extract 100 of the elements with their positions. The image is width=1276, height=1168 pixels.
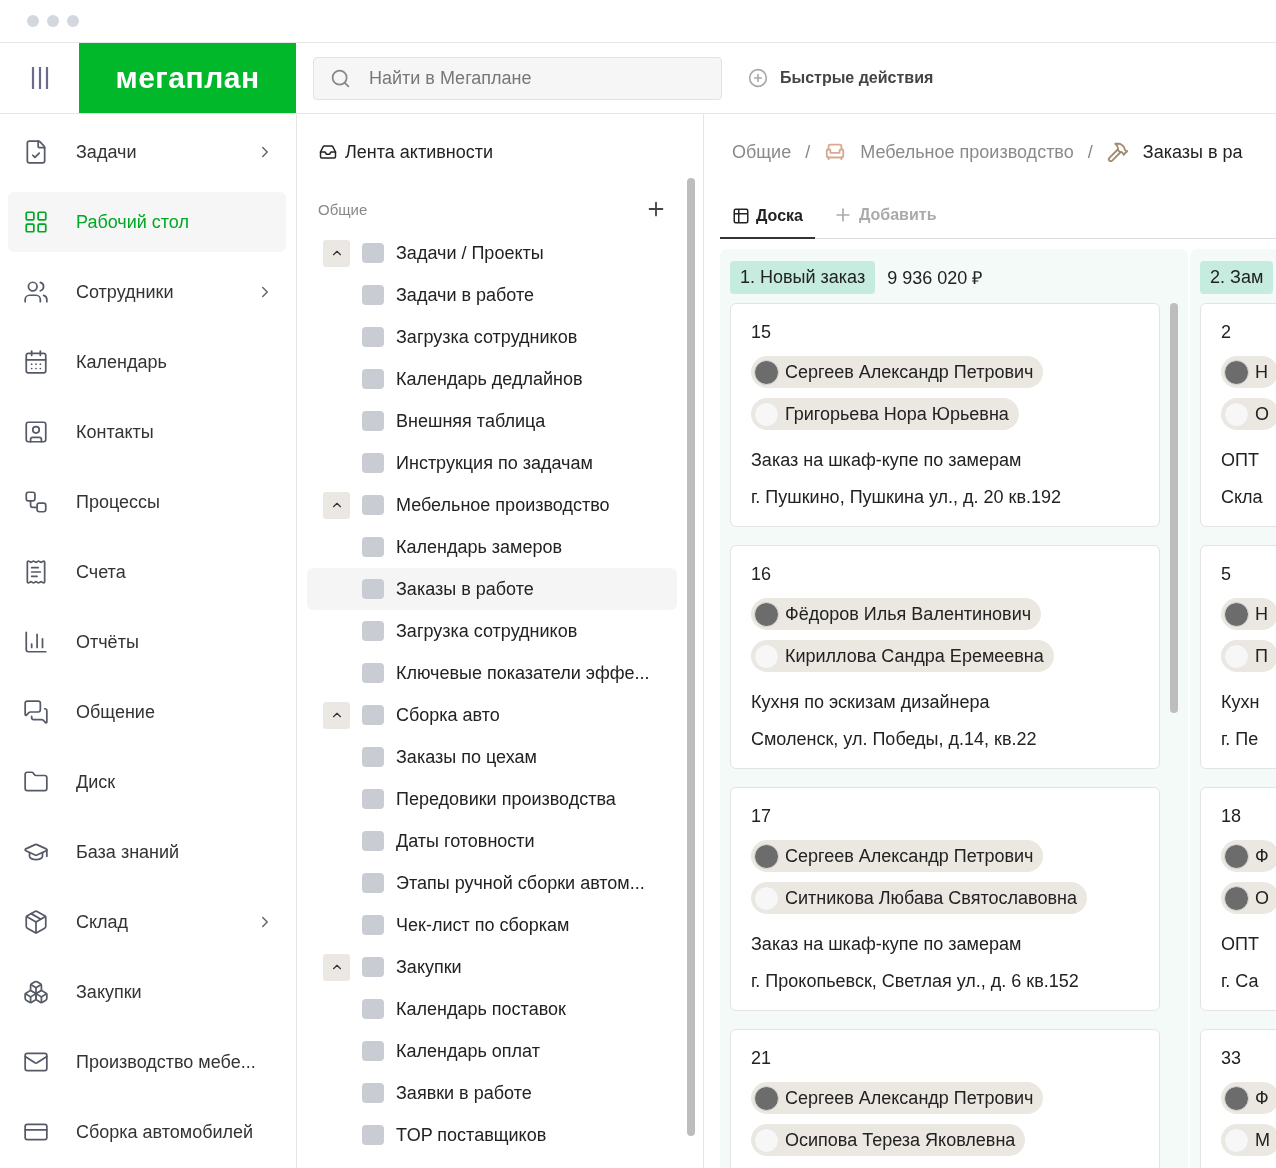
scrollbar[interactable] [687, 178, 695, 1136]
collapse-button[interactable] [323, 239, 350, 267]
tile-icon [362, 327, 384, 347]
sidebar-item[interactable]: Диск [8, 752, 286, 812]
sidebar-icon [23, 629, 49, 655]
deal-card[interactable]: 18 Ф О ОПТ г. Са [1200, 787, 1276, 1011]
person-chip[interactable]: Ф [1221, 1082, 1276, 1114]
deal-card[interactable]: 2 Н О ОПТ Скла [1200, 303, 1276, 527]
tree-item[interactable]: Загрузка сотрудников [307, 316, 677, 358]
sidebar-item[interactable]: Общение [8, 682, 286, 742]
tile-icon [362, 579, 384, 599]
person-chip[interactable]: Кириллова Сандра Еремеевна [751, 640, 1054, 672]
window-dot [67, 15, 79, 27]
sidebar-item[interactable]: Производство мебе... [8, 1032, 286, 1092]
person-chip[interactable]: О [1221, 882, 1276, 914]
sidebar-item[interactable]: Календарь [8, 332, 286, 392]
person-chip[interactable]: М [1221, 1124, 1276, 1156]
tree-group[interactable]: Сборка авто [307, 694, 677, 736]
column-title: 1. Новый заказ [730, 260, 876, 294]
tree-item[interactable]: Передовики производства [307, 778, 677, 820]
tree-item[interactable]: Календарь поставок [307, 988, 677, 1030]
collapse-button[interactable] [323, 701, 350, 729]
tree-item[interactable]: Даты готовности [307, 820, 677, 862]
sidebar-item[interactable]: Задачи [8, 122, 286, 182]
person-chip[interactable]: Сергеев Александр Петрович [751, 1082, 1044, 1114]
collapse-button[interactable] [323, 491, 350, 519]
tab[interactable]: Доска [720, 207, 815, 239]
sidebar-item[interactable]: Склад [8, 892, 286, 952]
tree-item[interactable]: Загрузка сотрудников [307, 610, 677, 652]
tree-item[interactable]: Календарь дедлайнов [307, 358, 677, 400]
plus-circle-icon[interactable] [748, 68, 768, 88]
tree-item[interactable]: Задачи в работе [307, 274, 677, 316]
tree-group[interactable]: Мебельное производство [307, 484, 677, 526]
deal-card[interactable]: 21 Сергеев Александр Петрович Осипова Тереза Яковлевна [730, 1029, 1160, 1168]
deal-card[interactable]: 17 Сергеев Александр Петрович Ситникова Любава Святославовна Заказ на шкаф-купе по замерам г. Прокопьевск, Светлая ул., д. 6 кв.152 [730, 787, 1160, 1011]
tree-group[interactable]: Задачи / Проекты [307, 232, 677, 274]
sidebar-item[interactable]: Сотрудники [8, 262, 286, 322]
tree-item[interactable]: TOP поставщиков [307, 1114, 677, 1156]
activity-feed-link[interactable]: Лента активности [345, 141, 494, 163]
search-field[interactable]: Найти в Мегаплане [313, 57, 722, 100]
window-dot [47, 15, 59, 27]
tree-group[interactable]: Закупки [307, 946, 677, 988]
breadcrumb-separator: / [805, 141, 811, 163]
person-chip[interactable]: Н [1221, 356, 1276, 388]
card-text: Кухня по эскизам дизайнера [751, 692, 991, 713]
quick-actions-link[interactable]: Быстрые действия [780, 69, 934, 87]
sidebar-item[interactable]: Счета [8, 542, 286, 602]
tree-item[interactable]: Календарь замеров [307, 526, 677, 568]
section-title: Общие [318, 200, 368, 218]
column-total: 9 936 020 ₽ [887, 267, 983, 289]
card-number: 18 [1221, 806, 1243, 828]
deal-card[interactable]: 33 Ф М [1200, 1029, 1276, 1168]
collapse-button[interactable] [323, 953, 350, 981]
person-chip[interactable]: Фёдоров Илья Валентинович [751, 598, 1042, 630]
breadcrumb-separator: / [1087, 141, 1093, 163]
scrollbar[interactable] [1170, 303, 1178, 713]
person-chip[interactable]: Ситникова Любава Святославовна [751, 882, 1087, 914]
person-chip[interactable]: Сергеев Александр Петрович [751, 840, 1044, 872]
deal-card[interactable]: 5 Н П Кухн г. Пе [1200, 545, 1276, 769]
card-text: Скла [1221, 487, 1264, 508]
tree-item[interactable]: Чек-лист по сборкам [307, 904, 677, 946]
deal-card[interactable]: 15 Сергеев Александр Петрович Григорьева Нора Юрьевна Заказ на шкаф-купе по замерам г. Пушкино, Пушкина ул., д. 20 кв.192 [730, 303, 1160, 527]
sidebar-item[interactable]: Сборка автомобилей [8, 1102, 286, 1162]
menu-icon[interactable] [30, 66, 49, 90]
card-text: г. Са [1221, 971, 1260, 992]
tile-icon [362, 285, 384, 305]
tree-item[interactable]: Внешняя таблица [307, 400, 677, 442]
tree-item[interactable]: Заказы по цехам [307, 736, 677, 778]
card-text: Заказ на шкаф-купе по замерам [751, 934, 1023, 955]
search-input[interactable]: Найти в Мегаплане [367, 58, 721, 99]
sidebar-item[interactable]: Закупки [8, 962, 286, 1022]
tile-icon [362, 495, 384, 515]
tree-item[interactable]: Заказы в работе [307, 568, 677, 610]
tile-icon [362, 999, 384, 1019]
sidebar-item[interactable]: Отчёты [8, 612, 286, 672]
table-icon [732, 207, 750, 225]
tree-item[interactable]: Ключевые показатели эффе... [307, 652, 677, 694]
deal-card[interactable]: 16 Фёдоров Илья Валентинович Кириллова Сандра Еремеевна Кухня по эскизам дизайнера Смоленск, ул. Победы, д.14, кв.22 [730, 545, 1160, 769]
person-chip[interactable]: П [1221, 640, 1276, 672]
tree-item[interactable]: Этапы ручной сборки автом... [307, 862, 677, 904]
sidebar-icon [23, 279, 49, 305]
sidebar-item[interactable]: База знаний [8, 822, 286, 882]
person-chip[interactable]: Н [1221, 598, 1276, 630]
breadcrumb[interactable]: Заказы в ра [1142, 141, 1243, 163]
search-icon [330, 68, 351, 89]
card-text: Кухн [1221, 692, 1261, 713]
tile-icon [362, 621, 384, 641]
sidebar-item[interactable]: Процессы [8, 472, 286, 532]
person-chip[interactable]: Сергеев Александр Петрович [751, 356, 1044, 388]
column-title: 2. Зам [1200, 260, 1274, 294]
sidebar-item[interactable]: Контакты [8, 402, 286, 462]
person-chip[interactable]: Осипова Тереза Яковлевна [751, 1124, 1026, 1156]
person-chip[interactable]: Ф [1221, 840, 1276, 872]
tree-item[interactable]: Инструкция по задачам [307, 442, 677, 484]
card-text: Смоленск, ул. Победы, д.14, кв.22 [751, 729, 1038, 750]
person-chip[interactable]: О [1221, 398, 1276, 430]
person-chip[interactable]: Григорьева Нора Юрьевна [751, 398, 1019, 430]
tree-item[interactable]: Календарь оплат [307, 1030, 677, 1072]
tree-item[interactable]: Заявки в работе [307, 1072, 677, 1114]
card-number: 5 [1221, 564, 1232, 586]
